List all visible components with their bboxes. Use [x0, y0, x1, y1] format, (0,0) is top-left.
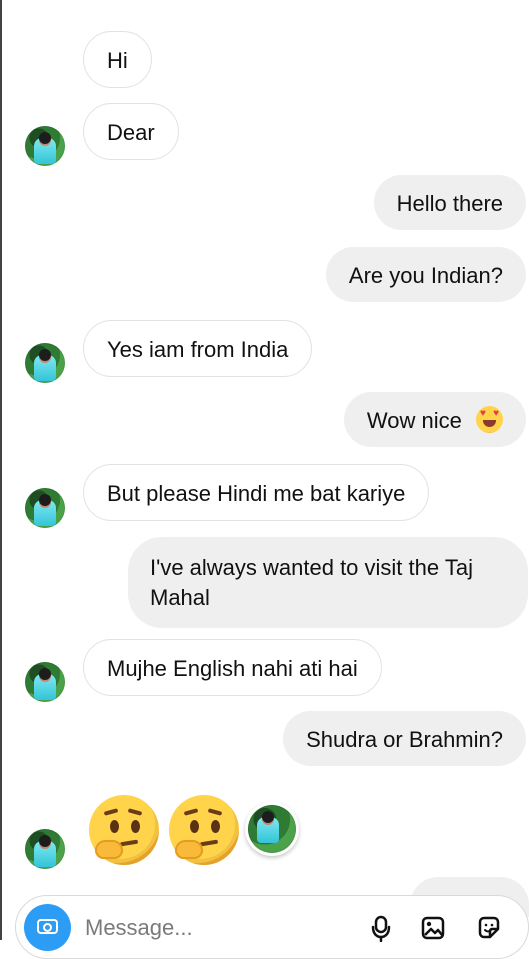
outgoing-message-bubble[interactable]: Wow nice [343, 392, 526, 447]
incoming-message-bubble[interactable]: Hi [83, 31, 152, 88]
emoji-eyebrow [207, 808, 223, 816]
outgoing-message-bubble[interactable]: Hello there [373, 175, 526, 230]
emoji-eyebrow [103, 808, 119, 816]
contact-avatar[interactable] [25, 829, 65, 869]
thinking-face-emoji-icon[interactable] [169, 795, 239, 865]
thinking-face-emoji-icon[interactable] [89, 795, 159, 865]
contact-avatar[interactable] [25, 488, 65, 528]
camera-lens-icon [43, 923, 52, 932]
outgoing-message-bubble[interactable]: Are you Indian? [325, 247, 526, 302]
camera-button[interactable] [24, 904, 71, 951]
message-text: I've always wanted to visit the Taj Maha… [150, 555, 473, 610]
microphone-icon[interactable] [367, 914, 395, 942]
message-text: Mujhe English nahi ati hai [107, 656, 358, 681]
sticker-icon[interactable] [475, 914, 503, 942]
incoming-message-bubble[interactable]: Mujhe English nahi ati hai [83, 639, 382, 696]
message-text: But please Hindi me bat kariye [107, 481, 406, 506]
emoji-eye [131, 820, 140, 833]
incoming-message-bubble[interactable]: But please Hindi me bat kariye [83, 464, 430, 521]
message-text: Dear [107, 120, 155, 145]
message-text: Shudra or Brahmin? [306, 727, 503, 752]
incoming-message-bubble[interactable]: Dear [83, 103, 179, 160]
outgoing-message-bubble[interactable]: I've always wanted to visit the Taj Maha… [128, 537, 528, 628]
left-edge-line [0, 0, 2, 940]
contact-avatar[interactable] [25, 126, 65, 166]
contact-avatar[interactable] [25, 662, 65, 702]
emoji-hand [95, 840, 123, 859]
outgoing-message-bubble[interactable]: Shudra or Brahmin? [283, 711, 526, 766]
emoji-eye [211, 820, 220, 833]
message-composer [15, 895, 529, 959]
emoji-mouth [483, 420, 496, 427]
emoji-eye [110, 820, 119, 833]
emoji-eyebrow [127, 808, 143, 816]
emoji-mouth [199, 839, 219, 847]
message-input[interactable] [83, 912, 307, 944]
incoming-message-bubble[interactable]: Yes iam from India [83, 320, 313, 377]
heart-eyes-emoji-icon [476, 406, 503, 433]
message-text: Are you Indian? [348, 263, 503, 288]
message-text: Wow nice [366, 408, 462, 433]
gallery-icon[interactable] [419, 914, 447, 942]
contact-avatar[interactable] [25, 343, 65, 383]
emoji-eye [190, 820, 199, 833]
message-text: Yes iam from India [107, 337, 289, 362]
emoji-hand [175, 840, 203, 859]
contact-avatar [248, 805, 296, 853]
message-text: Hello there [396, 191, 503, 216]
emoji-eyebrow [183, 808, 199, 816]
message-text: Hi [107, 48, 128, 73]
read-receipt-avatar[interactable] [245, 802, 299, 856]
emoji-mouth [119, 839, 139, 847]
